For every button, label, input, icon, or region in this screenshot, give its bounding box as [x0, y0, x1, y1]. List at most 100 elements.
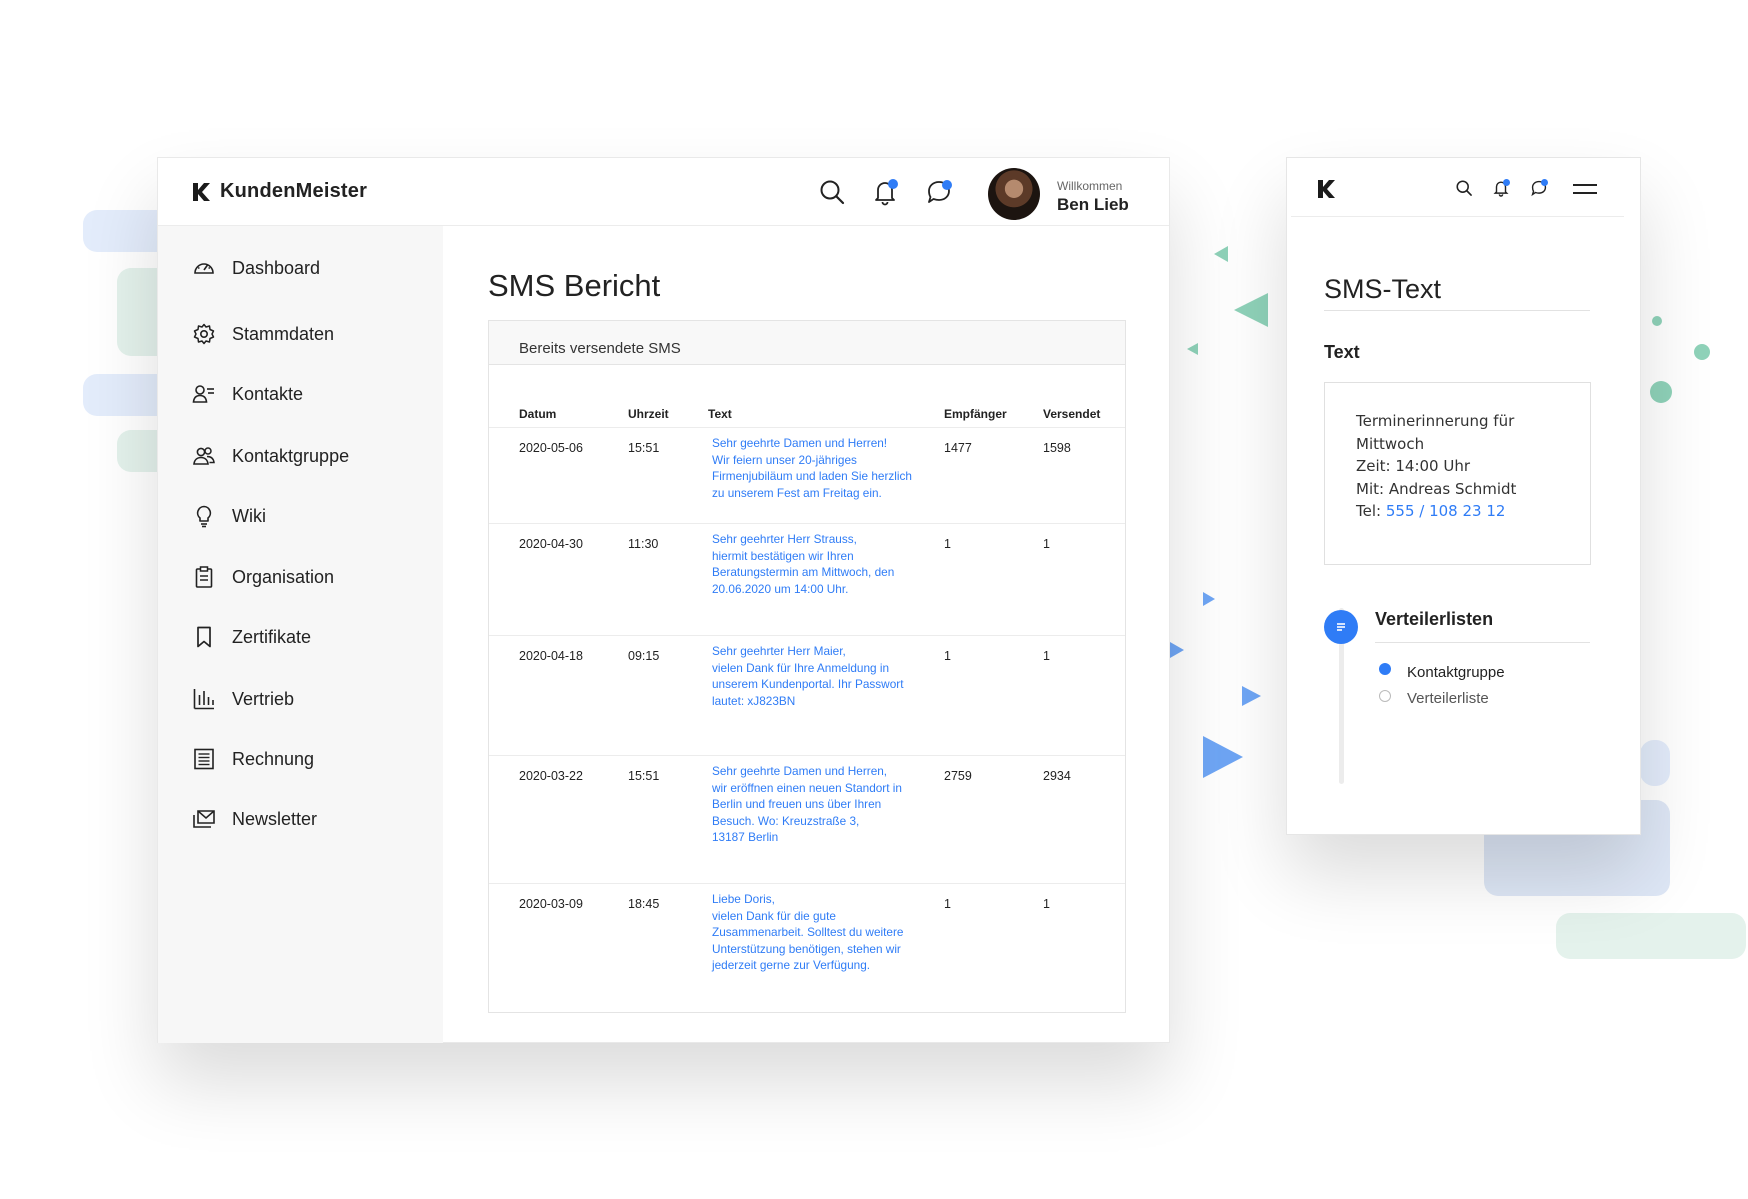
gauge-icon — [194, 263, 214, 274]
sidebar-item-label: Dashboard — [232, 257, 321, 278]
cell-recipients: 1 — [944, 537, 951, 551]
background-dot — [1650, 381, 1672, 403]
cell-message-link[interactable]: Sehr geehrter Herr Strauss, hiermit best… — [712, 531, 912, 597]
background-triangle — [1203, 736, 1243, 778]
sidebar-item-label: Rechnung — [232, 748, 315, 769]
notification-badge — [888, 179, 898, 189]
cell-sent: 1598 — [1043, 441, 1071, 455]
cell-date: 2020-03-22 — [519, 769, 583, 783]
radio-label[interactable]: Kontaktgruppe — [1407, 664, 1505, 681]
cell-message-link[interactable]: Sehr geehrte Damen und Herren, wir eröff… — [712, 763, 912, 846]
tel-label: Tel: — [1356, 502, 1382, 520]
mail-icon — [193, 810, 215, 828]
cell-date: 2020-04-30 — [519, 537, 583, 551]
brand-name: KundenMeister — [220, 180, 368, 202]
mobile-window: SMS-Text Text Terminerinnerung für Mittw… — [1286, 157, 1641, 835]
cell-message-link[interactable]: Sehr geehrter Herr Maier, vielen Dank fü… — [712, 643, 912, 709]
page-title: SMS-Text — [1324, 274, 1442, 304]
search-icon[interactable] — [1455, 179, 1473, 197]
divider — [1291, 216, 1624, 217]
sidebar-item-kontaktgruppe[interactable]: Kontaktgruppe — [192, 444, 349, 468]
sidebar-item-label: Vertrieb — [232, 688, 295, 709]
text-heading: Text — [1324, 342, 1360, 362]
bar-chart-icon — [193, 689, 214, 710]
background-shape — [1556, 913, 1746, 959]
divider — [1324, 310, 1590, 311]
background-dot — [1694, 344, 1710, 360]
message-line: Zeit: 14:00 Uhr — [1356, 457, 1471, 475]
column-header-sent[interactable]: Versendet — [1043, 407, 1100, 421]
column-header-text[interactable]: Text — [708, 407, 732, 421]
column-header-date[interactable]: Datum — [519, 407, 556, 421]
logo-mark-icon[interactable] — [1315, 177, 1337, 201]
phone-link[interactable]: 555 / 108 23 12 — [1386, 502, 1506, 520]
cell-time: 09:15 — [628, 649, 660, 663]
top-bar: KundenMeister Willkommen Ben Lieb — [158, 158, 1169, 226]
menu-icon[interactable] — [1573, 180, 1597, 198]
cell-sent: 1 — [1043, 897, 1050, 911]
gear-icon — [193, 323, 215, 345]
sidebar-item-label: Stammdaten — [232, 323, 335, 344]
messages-button[interactable] — [925, 178, 955, 208]
table-row[interactable]: 2020-04-18 09:15 Sehr geehrter Herr Maie… — [489, 635, 1125, 755]
avatar[interactable] — [988, 168, 1040, 220]
background-shape — [1640, 740, 1670, 786]
radio-label[interactable]: Verteilerliste — [1407, 690, 1489, 707]
logo[interactable]: KundenMeister — [190, 180, 367, 203]
distribution-lists-heading: Verteilerlisten — [1375, 609, 1494, 629]
sidebar: Dashboard Stammdaten Kontakte Kontaktgru… — [158, 226, 443, 1043]
radio-verteilerliste[interactable] — [1379, 690, 1391, 702]
background-triangle — [1234, 293, 1268, 327]
column-header-time[interactable]: Uhrzeit — [628, 407, 669, 421]
sidebar-item-label: Organisation — [232, 566, 335, 587]
sidebar-item-stammdaten[interactable]: Stammdaten — [192, 322, 334, 346]
contact-icon — [192, 385, 214, 403]
notifications-button[interactable] — [1492, 179, 1512, 199]
cell-recipients: 1 — [944, 649, 951, 663]
message-line: Mittwoch — [1356, 434, 1425, 453]
welcome-text: Willkommen — [1057, 179, 1123, 193]
sidebar-item-wiki[interactable]: Wiki — [192, 504, 266, 528]
cell-time: 11:30 — [628, 537, 659, 551]
cell-time: 18:45 — [628, 897, 660, 911]
step-badge — [1324, 610, 1358, 644]
notifications-button[interactable] — [871, 178, 901, 208]
sms-text-box[interactable]: Terminerinnerung für Mittwoch Zeit: 14:0… — [1324, 382, 1591, 565]
sidebar-item-organisation[interactable]: Organisation — [192, 565, 334, 589]
background-triangle — [1242, 686, 1261, 706]
cell-date: 2020-04-18 — [519, 649, 583, 663]
sidebar-item-rechnung[interactable]: Rechnung — [192, 747, 314, 771]
cell-message-link[interactable]: Sehr geehrte Damen und Herren! Wir feier… — [712, 435, 912, 501]
table-row[interactable]: 2020-04-30 11:30 Sehr geehrter Herr Stra… — [489, 523, 1125, 635]
radio-kontaktgruppe[interactable] — [1379, 663, 1391, 675]
sidebar-item-dashboard[interactable]: Dashboard — [192, 256, 320, 280]
table-row[interactable]: 2020-03-09 18:45 Liebe Doris, vielen Dan… — [489, 883, 1125, 1008]
sidebar-item-kontakte[interactable]: Kontakte — [192, 382, 303, 406]
lightbulb-icon — [196, 505, 212, 528]
notification-badge — [1503, 179, 1510, 186]
sidebar-item-newsletter[interactable]: Newsletter — [192, 807, 317, 831]
invoice-icon — [194, 748, 214, 770]
sidebar-item-zertifikate[interactable]: Zertifikate — [192, 625, 311, 649]
cell-recipients: 1477 — [944, 441, 972, 455]
cell-recipients: 2759 — [944, 769, 972, 783]
user-name[interactable]: Ben Lieb — [1057, 195, 1129, 215]
card-title: Bereits versendete SMS — [489, 321, 1125, 365]
background-triangle — [1170, 642, 1184, 658]
message-line-phone: Tel: 555 / 108 23 12 — [1356, 500, 1590, 523]
column-header-recipients[interactable]: Empfänger — [944, 407, 1007, 421]
mobile-top-bar — [1287, 158, 1640, 218]
divider — [1375, 642, 1590, 643]
message-line: Mit: Andreas Schmidt — [1356, 479, 1517, 498]
messages-button[interactable] — [1530, 179, 1550, 199]
table-row[interactable]: 2020-05-06 15:51 Sehr geehrte Damen und … — [489, 427, 1125, 523]
sidebar-item-vertrieb[interactable]: Vertrieb — [192, 687, 294, 711]
cell-message-link[interactable]: Liebe Doris, vielen Dank für die gute Zu… — [712, 891, 912, 974]
sidebar-item-label: Kontaktgruppe — [232, 445, 350, 466]
list-icon — [1337, 623, 1345, 631]
table-row[interactable]: 2020-03-22 15:51 Sehr geehrte Damen und … — [489, 755, 1125, 883]
search-icon[interactable] — [818, 178, 846, 206]
message-badge — [1541, 179, 1548, 186]
sidebar-item-label: Wiki — [232, 505, 266, 526]
cell-date: 2020-05-06 — [519, 441, 583, 455]
